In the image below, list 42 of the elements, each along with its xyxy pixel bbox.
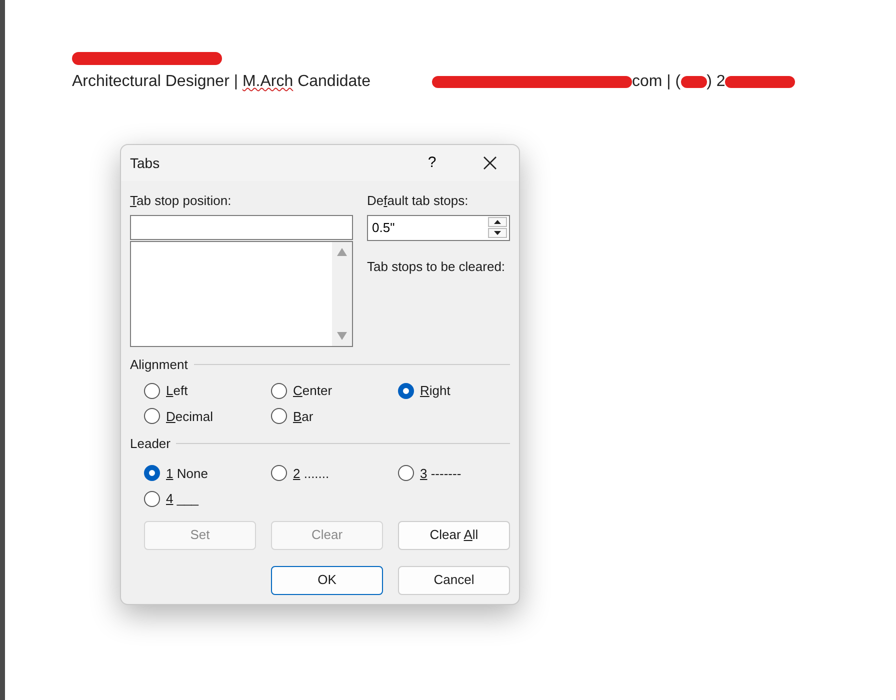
input-field[interactable] [130,214,353,240]
list-box[interactable] [130,240,353,346]
radio-button[interactable] [271,408,287,424]
radio-button[interactable] [144,408,160,424]
radio-button[interactable] [271,382,287,399]
radio-button[interactable] [271,465,287,482]
caret-down-icon [494,231,501,235]
radio-button[interactable] [144,382,160,399]
radio-option[interactable]: 3 ------- [398,464,462,483]
radio-option[interactable]: 1 None [144,464,208,483]
field-label: Default tab stops: [367,192,470,210]
radio-button[interactable] [398,465,414,482]
contact-text: ) 2 [706,72,726,92]
contact-text: com | ( [632,72,681,92]
radio-option[interactable]: Right [398,381,450,400]
radio-button[interactable] [144,490,160,507]
radio-option[interactable]: Left [144,381,188,400]
help-button[interactable]: ? [403,145,461,181]
redaction-mark [680,76,707,88]
radio-option[interactable]: Decimal [144,406,213,426]
radio-button[interactable] [398,382,414,399]
spin-up-button[interactable] [488,217,507,227]
spin-box[interactable]: 0.5" [367,214,510,240]
window-title: Tabs [130,154,161,172]
radio-option[interactable]: 4 ___ [144,489,199,508]
close-icon [483,156,497,170]
dialog-button[interactable]: Clear All [398,520,510,550]
caret-up-icon [494,220,501,224]
radio-option[interactable]: Bar [271,406,314,426]
input-field[interactable]: 0.5" [368,218,488,238]
dialog-button[interactable]: OK [271,566,383,594]
group-label: Alignment [130,356,188,374]
spin-down-button[interactable] [488,228,507,238]
dialog-button[interactable]: Cancel [398,566,510,594]
radio-option[interactable]: Center [271,381,332,400]
radio-option[interactable]: 2 ....... [271,464,330,483]
subtitle-text: Architectural Designer | M.Arch Candidate [72,72,372,92]
redaction-mark [725,76,796,88]
group-label: Leader [130,435,170,453]
radio-button[interactable] [144,465,160,482]
field-label: Tab stop position: [130,192,232,210]
field-label: Tab stops to be cleared: [367,258,506,276]
